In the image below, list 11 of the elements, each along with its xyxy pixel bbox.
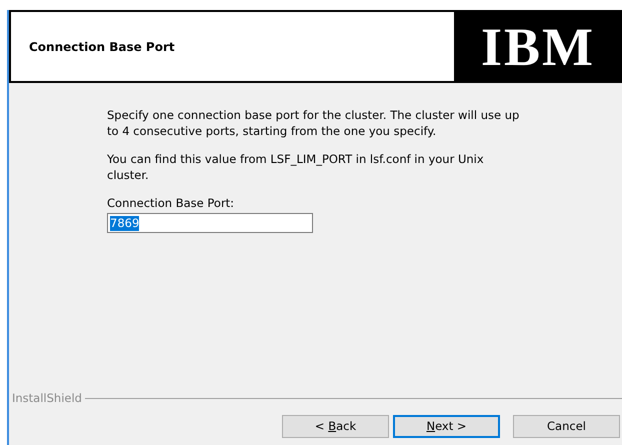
dialog-button[interactable]: Next > — [393, 415, 500, 438]
dialog-button[interactable]: Cancel — [513, 415, 620, 438]
dialog-button[interactable]: < Back — [282, 415, 389, 438]
logo: IBM — [481, 20, 595, 74]
installshield-label: InstallShield — [12, 390, 82, 407]
port-input-field[interactable]: 7869 — [107, 213, 313, 233]
instruction-text: You can find this value from LSF_LIM_PORT in lsf.conf in your Unix cluster. — [107, 151, 485, 183]
dialog-title: Connection Base Port — [28, 38, 176, 56]
input-value: 7869 — [110, 216, 140, 230]
instruction-text: Specify one connection base port for the cluster. The cluster will use up to 4 consecutive ports, starting from the one you specify. — [107, 107, 520, 139]
field-label: Connection Base Port: — [107, 195, 236, 211]
